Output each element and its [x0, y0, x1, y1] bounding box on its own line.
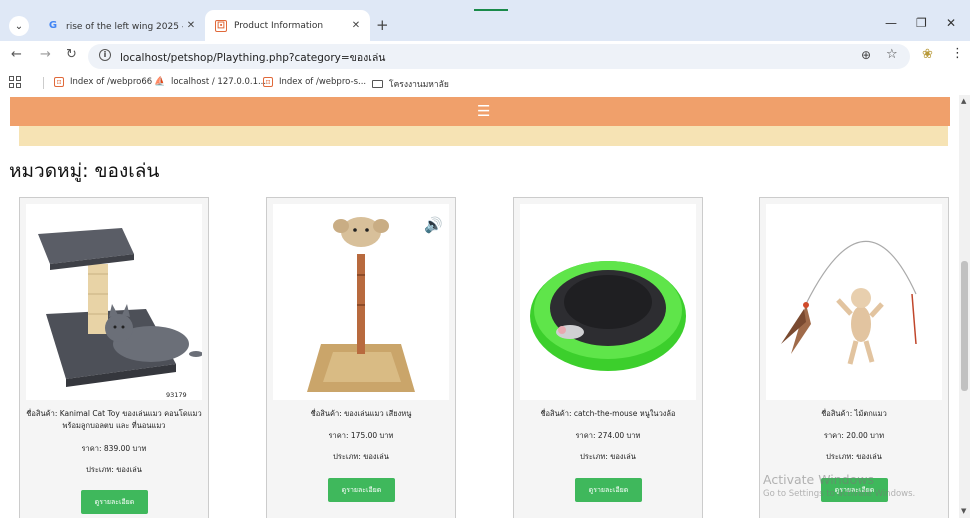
product-name: ชื่อสินค้า: catch-the-mouse หนูในวงล้อ	[540, 409, 676, 418]
tab-product-information[interactable]: ⊡ Product Information ✕	[205, 10, 370, 41]
image-code: 93179	[166, 391, 187, 399]
chevron-down-icon: ⌄	[14, 20, 24, 32]
tab-strip: ⌄ G rise of the left wing 2025 - ค้นห ✕ …	[0, 0, 970, 41]
zoom-icon[interactable]: ⊕	[861, 48, 871, 62]
product-price: ราคา: 274.00 บาท	[575, 431, 641, 440]
product-name: ชื่อสินค้า: Kanimal Cat Toy ของเล่นแมว ค…	[26, 409, 202, 430]
product-price: ราคา: 839.00 บาท	[81, 444, 147, 453]
page-title: หมวดหมู่: ของเล่น	[9, 160, 160, 182]
bookmark-label: Index of /webpro66	[70, 77, 153, 87]
product-image[interactable]: 🔊	[273, 204, 449, 400]
page-content: ☰ หมวดหมู่: ของเล่น 93179 ชื่อสินค้า: Ka…	[0, 95, 959, 518]
vertical-scrollbar[interactable]: ▲ ▼	[959, 95, 970, 518]
browser-menu-icon[interactable]: ⋮	[951, 46, 964, 61]
view-detail-button[interactable]: ดูรายละเอียด	[575, 478, 642, 502]
bookmark-label: localhost / 127.0.0.1...	[171, 77, 267, 87]
cat-condo-image	[38, 228, 203, 387]
navigation-bar: ← → ↻ i localhost/petshop/Plaything.php?…	[0, 41, 970, 71]
tab-title: Product Information	[234, 20, 324, 31]
back-button[interactable]: ←	[11, 47, 22, 62]
product-category: ประเภท: ของเล่น	[86, 465, 142, 474]
bookmark-separator	[43, 77, 44, 89]
bookmarks-bar: ⊡ Index of /webpro66 ⛵ localhost / 127.0…	[0, 71, 970, 95]
phpmyadmin-icon: ⛵	[154, 77, 166, 87]
page-favicon-icon: ⊡	[54, 77, 64, 87]
product-name: ชื่อสินค้า: ไม้ตกแมว	[821, 409, 887, 418]
scroll-up-arrow-icon[interactable]: ▲	[961, 97, 966, 105]
spring-mouse-toy-image	[307, 217, 415, 392]
product-card: 🔊 ชื่อสินค้า: ของเล่นแมว เสียงหนู ราคา: …	[266, 197, 456, 518]
page-favicon-icon: ⊡	[215, 19, 227, 32]
product-category: ประเภท: ของเล่น	[826, 452, 882, 461]
site-info-icon[interactable]: i	[99, 49, 111, 61]
bookmark-star-icon[interactable]: ☆	[886, 47, 898, 62]
close-tab-icon[interactable]: ✕	[348, 20, 364, 31]
product-card: ชื่อสินค้า: ไม้ตกแมว ราคา: 20.00 บาท ประ…	[759, 197, 949, 518]
watermark-title: Activate Windows	[763, 472, 874, 487]
product-image[interactable]: 93179	[26, 204, 203, 400]
site-banner	[19, 126, 948, 146]
folder-icon	[372, 80, 383, 88]
bookmark-folder-project[interactable]: โครงงานมหาลัย	[372, 77, 449, 91]
tab-title: rise of the left wing 2025 - ค้นห	[66, 21, 183, 32]
tab-search-button[interactable]: ⌄	[9, 16, 29, 36]
bookmark-phpmyadmin[interactable]: ⛵ localhost / 127.0.0.1...	[154, 77, 267, 87]
catch-the-mouse-image	[530, 261, 686, 371]
tab-google-search[interactable]: G rise of the left wing 2025 - ค้นห ✕	[37, 10, 205, 41]
product-category: ประเภท: ของเล่น	[333, 452, 389, 461]
feather-wand-image	[781, 240, 917, 365]
bookmark-label: โครงงานมหาลัย	[389, 80, 449, 90]
site-navbar: ☰	[10, 97, 950, 126]
hamburger-menu-icon[interactable]: ☰	[477, 102, 490, 120]
product-card: 93179 ชื่อสินค้า: Kanimal Cat Toy ของเล่…	[19, 197, 209, 518]
restore-button[interactable]: ❐	[916, 16, 927, 30]
view-detail-button[interactable]: ดูรายละเอียด	[328, 478, 395, 502]
close-tab-icon[interactable]: ✕	[183, 20, 199, 31]
product-price: ราคา: 20.00 บาท	[823, 431, 885, 440]
close-window-button[interactable]: ✕	[946, 16, 956, 30]
bookmark-label: Index of /webpro-s...	[279, 77, 367, 87]
address-bar[interactable]: i localhost/petshop/Plaything.php?catego…	[88, 44, 910, 69]
reload-button[interactable]: ↻	[66, 47, 77, 62]
bookmark-index-webpro66[interactable]: ⊡ Index of /webpro66	[54, 77, 152, 87]
apps-grid-icon[interactable]	[9, 76, 21, 88]
product-category: ประเภท: ของเล่น	[580, 452, 636, 461]
product-name: ชื่อสินค้า: ของเล่นแมว เสียงหนู	[310, 409, 412, 418]
product-image[interactable]	[520, 204, 696, 400]
url-text[interactable]: localhost/petshop/Plaything.php?category…	[120, 49, 385, 66]
watermark-subtitle: Go to Settings to activate Windows.	[763, 489, 916, 499]
bookmark-index-webpro-s[interactable]: ⊡ Index of /webpro-s...	[263, 77, 366, 87]
scroll-down-arrow-icon[interactable]: ▼	[961, 507, 966, 515]
scrollbar-thumb[interactable]	[961, 261, 968, 391]
minimize-button[interactable]: —	[885, 16, 897, 30]
new-tab-button[interactable]: +	[376, 16, 389, 34]
extension-icon[interactable]: ❀	[922, 47, 933, 62]
product-price: ราคา: 175.00 บาท	[328, 431, 394, 440]
activate-windows-watermark: Activate Windows Go to Settings to activ…	[763, 472, 915, 499]
page-favicon-icon: ⊡	[263, 77, 273, 87]
tab-accent-line	[474, 9, 508, 11]
google-icon: G	[48, 20, 58, 31]
product-card: ชื่อสินค้า: catch-the-mouse หนูในวงล้อ ร…	[513, 197, 703, 518]
sound-icon[interactable]: 🔊	[424, 216, 443, 234]
view-detail-button[interactable]: ดูรายละเอียด	[81, 490, 148, 514]
product-image[interactable]	[766, 204, 942, 400]
forward-button[interactable]: →	[40, 47, 51, 62]
